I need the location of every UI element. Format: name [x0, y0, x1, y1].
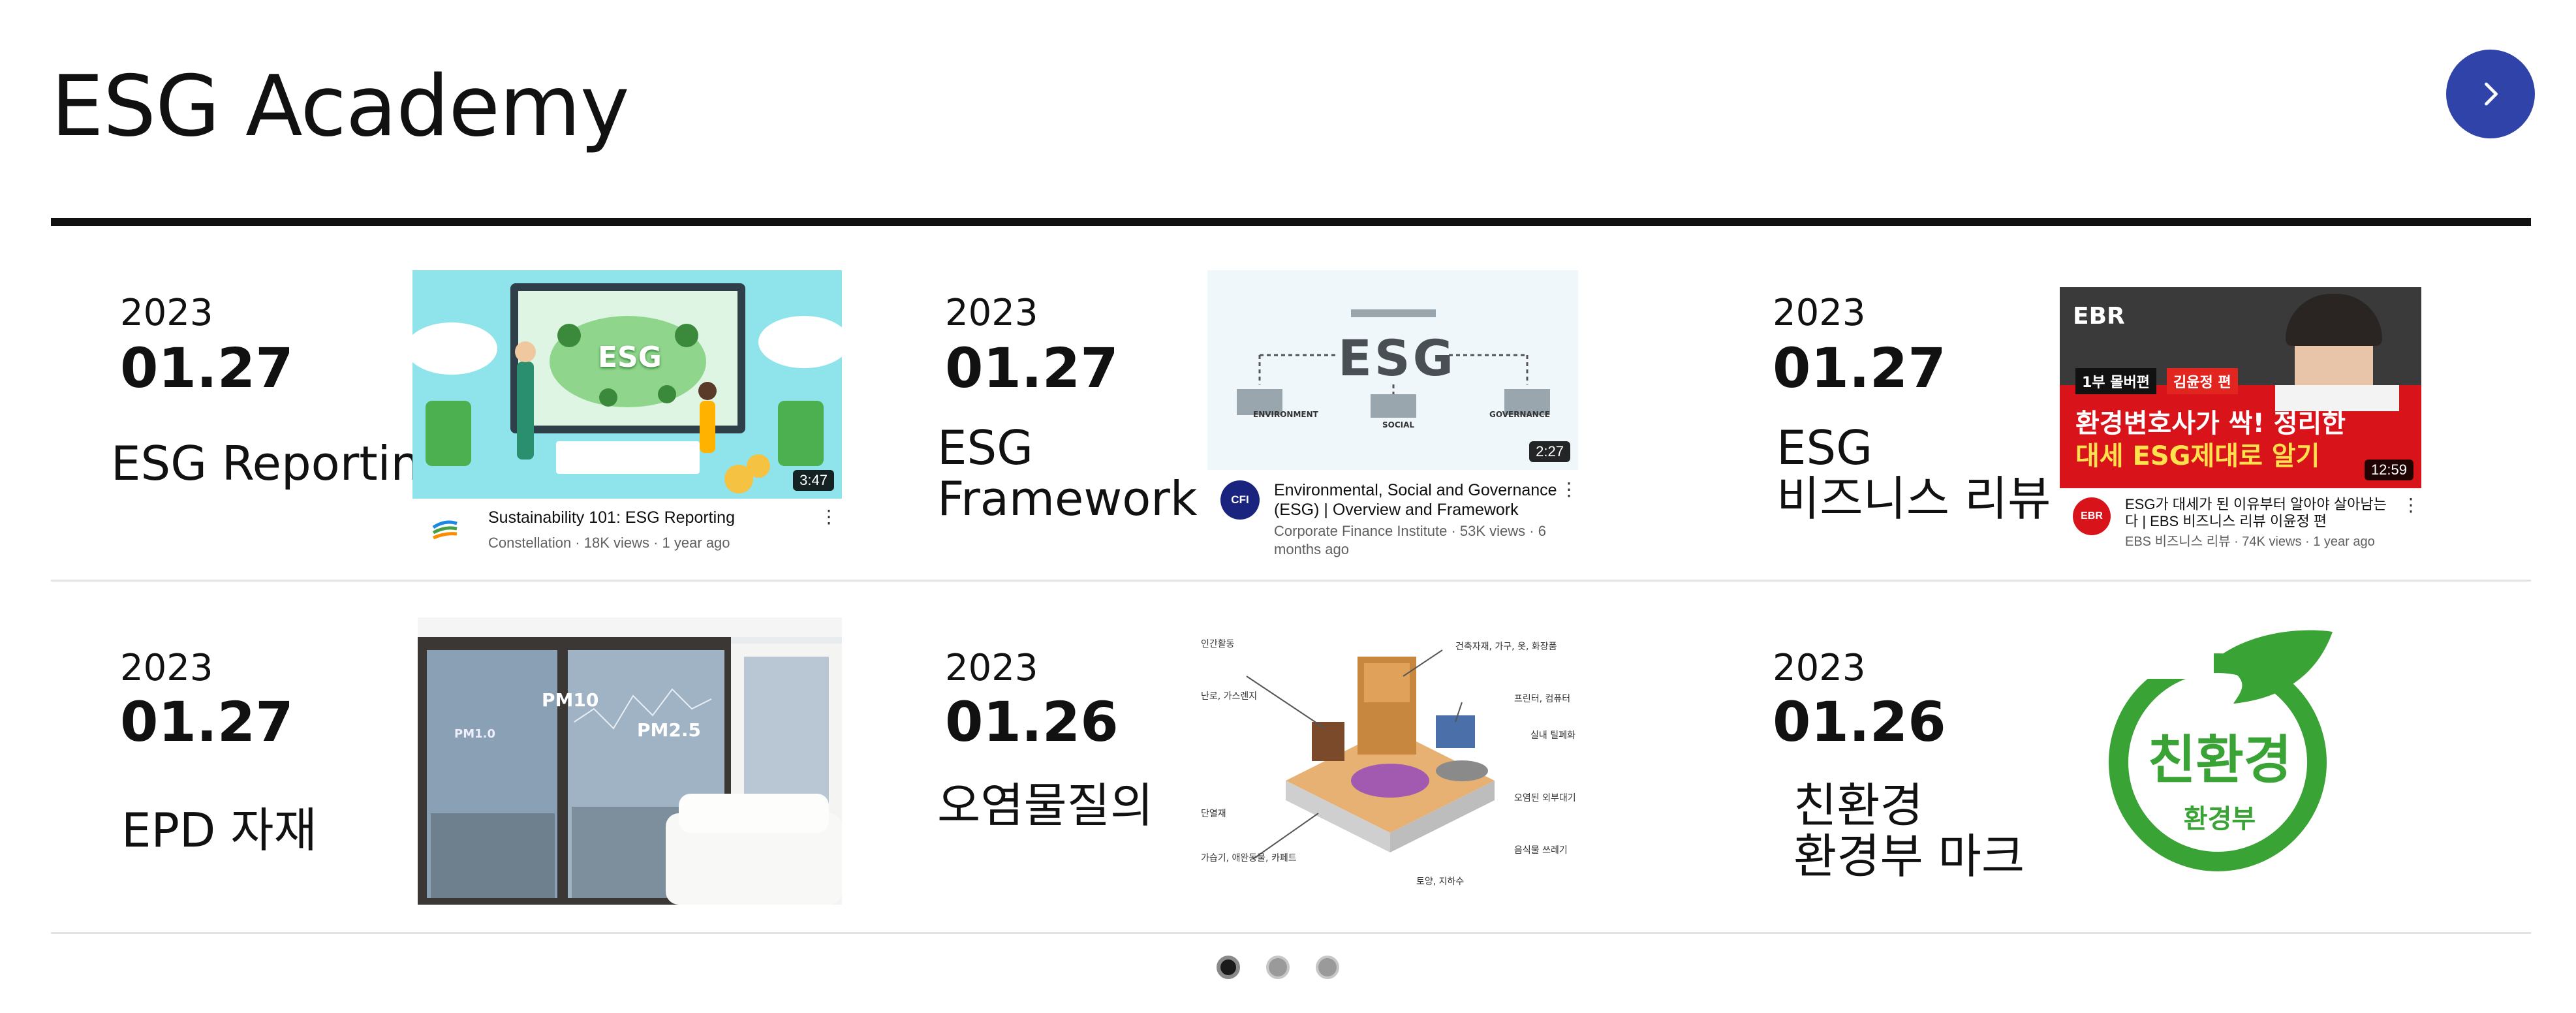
- card-year: 2023: [120, 292, 213, 334]
- diagram-label-social: SOCIAL: [1382, 420, 1415, 429]
- esg-reporting-illustration: [412, 270, 842, 499]
- video-title-line2[interactable]: 다 | EBS 비즈니스 리뷰 이윤정 편: [2125, 513, 2327, 530]
- card-date: 01.26: [1773, 690, 1946, 754]
- annotation: 건축자재, 가구, 옷, 화장품: [1455, 642, 1557, 652]
- channel-avatar[interactable]: [429, 513, 461, 544]
- video-thumbnail[interactable]: EBR 1부 몰버편 김윤정 편 환경변호사가 싹! 정리한 대세 ESG제대로…: [2060, 287, 2421, 488]
- badge-right: 김윤정 편: [2167, 368, 2238, 394]
- card-date: 01.26: [945, 690, 1119, 754]
- thumbnail-headline-2: 대세 ESG제대로 알기: [2075, 441, 2320, 471]
- annotation: 토양, 지하수: [1416, 877, 1465, 887]
- card-label[interactable]: 친환경 환경부 마크: [1793, 780, 2025, 882]
- video-title-line2[interactable]: (ESG) | Overview and Framework: [1274, 500, 1519, 520]
- diagram-label-environment: ENVIRONMENT: [1253, 410, 1318, 419]
- video-title-line1[interactable]: Environmental, Social and Governance: [1274, 480, 1557, 500]
- more-options-icon[interactable]: ⋮: [1560, 480, 1578, 499]
- pagination-dot-2[interactable]: [1266, 956, 1290, 979]
- annotation: 실내 틸폐화: [1530, 730, 1575, 741]
- video-title-line1[interactable]: ESG가 대세가 된 이유부터 알아야 살아남는: [2125, 496, 2387, 513]
- pm25-label: PM2.5: [637, 719, 701, 741]
- pm10-label: PM10: [542, 689, 599, 711]
- annotation: 가습기, 애완동물, 카페트: [1201, 853, 1297, 864]
- card-year: 2023: [945, 292, 1038, 334]
- video-duration: 2:27: [1529, 441, 1570, 462]
- chevron-right-icon: [2485, 82, 2498, 106]
- row-divider: [51, 580, 2531, 582]
- constellation-logo-icon: [432, 520, 458, 540]
- card-label[interactable]: ESG 비즈니스 리뷰: [1777, 422, 2051, 525]
- more-options-icon[interactable]: ⋮: [820, 508, 838, 526]
- video-thumbnail[interactable]: ESG ENVIRONMENT SOCIAL GOVERNANCE 2:27: [1207, 270, 1578, 470]
- channel-avatar[interactable]: EBR: [2073, 497, 2111, 535]
- pm1-label: PM1.0: [454, 727, 495, 741]
- annotation: 단열재: [1201, 809, 1226, 819]
- eco-mark-logo: 친환경 환경부: [2103, 627, 2338, 875]
- annotation: 난로, 가스렌지: [1201, 691, 1258, 702]
- video-thumbnail[interactable]: ESG 3:47: [412, 270, 842, 499]
- badge-left: 1부 몰버편: [2075, 368, 2156, 394]
- video-duration: 3:47: [793, 470, 834, 491]
- annotation: 프린터, 컴퓨터: [1514, 694, 1571, 704]
- annotation: 오염된 외부대기: [1514, 793, 1576, 803]
- annotation: 음식물 쓰레기: [1514, 845, 1568, 856]
- video-meta-line1: Corporate Finance Institute · 53K views …: [1274, 523, 1546, 539]
- video-title[interactable]: Sustainability 101: ESG Reporting: [488, 508, 735, 527]
- eco-mark-subtitle: 환경부: [2183, 804, 2256, 834]
- section-title: ESG Academy: [51, 58, 630, 155]
- window-cityscape-illustration: [418, 617, 842, 905]
- annotation: 인간활동: [1201, 639, 1235, 649]
- card-label[interactable]: 오염물질의: [937, 780, 1153, 832]
- card-label[interactable]: ESG Framework: [937, 422, 1198, 525]
- card-year: 2023: [120, 647, 213, 689]
- card-date: 01.27: [945, 336, 1119, 400]
- pagination-dot-3[interactable]: [1316, 956, 1339, 979]
- eco-mark-title: 친환경: [2147, 730, 2292, 790]
- header-divider: [51, 218, 2531, 226]
- row-divider: [51, 932, 2531, 934]
- diagram-label-governance: GOVERNANCE: [1489, 410, 1550, 419]
- window-interior-thumbnail[interactable]: PM10 PM2.5 PM1.0: [418, 617, 842, 905]
- card-label[interactable]: ESG Reporting: [111, 438, 450, 490]
- channel-avatar[interactable]: CFI: [1220, 480, 1260, 520]
- more-options-icon[interactable]: ⋮: [2402, 496, 2420, 514]
- card-year: 2023: [1773, 292, 1866, 334]
- card-date: 01.27: [120, 690, 294, 754]
- card-year: 2023: [1773, 647, 1866, 689]
- pagination-dot-1[interactable]: [1217, 956, 1240, 979]
- card-date: 01.27: [120, 336, 294, 400]
- video-meta: Constellation · 18K views · 1 year ago: [488, 535, 730, 551]
- thumbnail-text: ESG: [1338, 329, 1457, 387]
- video-duration: 12:59: [2364, 460, 2413, 480]
- card-year: 2023: [945, 647, 1038, 689]
- pollutant-diagram-thumbnail[interactable]: 인간활동 건축자재, 가구, 옷, 화장품 난로, 가스렌지 프린터, 컴퓨터 …: [1188, 617, 1592, 905]
- video-meta: EBS 비즈니스 리뷰 · 74K views · 1 year ago: [2125, 535, 2375, 549]
- video-meta-line2: months ago: [1274, 541, 1349, 557]
- thumbnail-text: ESG: [598, 341, 662, 374]
- card-date: 01.27: [1773, 336, 1946, 400]
- card-label[interactable]: EPD 자재: [121, 805, 317, 856]
- next-button[interactable]: [2446, 50, 2535, 138]
- brand-logo: EBR: [2073, 303, 2125, 330]
